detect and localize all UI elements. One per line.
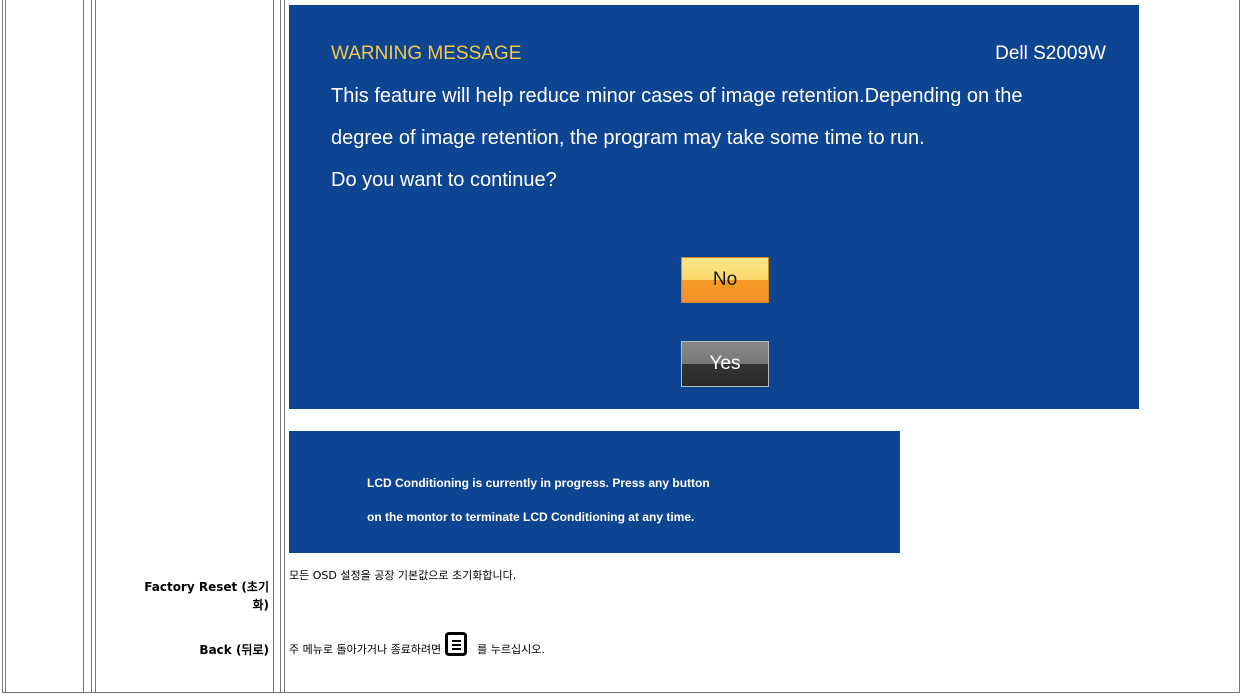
factory-reset-label-line-2: 화) bbox=[252, 598, 269, 612]
table-border-bottom bbox=[2, 692, 1240, 693]
dialog-question: Do you want to continue? bbox=[331, 169, 557, 191]
warning-dialog: WARNING MESSAGE Dell S2009W This feature… bbox=[289, 5, 1139, 409]
column-divider-1 bbox=[83, 0, 84, 692]
dialog-title: WARNING MESSAGE bbox=[331, 43, 522, 64]
content-table: WARNING MESSAGE Dell S2009W This feature… bbox=[0, 0, 1240, 696]
column-divider-4 bbox=[284, 0, 285, 692]
back-description-suffix: 를 누르십시오. bbox=[477, 643, 545, 656]
conditioning-message-line-2: on the montor to terminate LCD Condition… bbox=[367, 510, 695, 524]
column-divider-1-inner bbox=[91, 0, 92, 692]
dialog-message-line-1: This feature will help reduce minor case… bbox=[331, 85, 1023, 107]
dialog-message-line-2: degree of image retention, the program m… bbox=[331, 127, 925, 149]
column-divider-2 bbox=[95, 0, 96, 692]
column-divider-3 bbox=[273, 0, 274, 692]
back-label: Back (뒤로) bbox=[199, 643, 269, 657]
no-button[interactable]: No bbox=[681, 257, 769, 303]
monitor-model: Dell S2009W bbox=[995, 43, 1106, 64]
table-border-left-inner bbox=[5, 0, 6, 692]
factory-reset-description: 모든 OSD 설정을 공장 기본값으로 초기화합니다. bbox=[289, 569, 517, 582]
column-divider-3-inner bbox=[280, 0, 281, 692]
factory-reset-label: Factory Reset (초기 화) bbox=[144, 578, 269, 614]
back-description-text: 주 메뉴로 돌아가거나 종료하려면 bbox=[289, 643, 442, 656]
back-description: 주 메뉴로 돌아가거나 종료하려면 를 누르십시오. bbox=[289, 632, 545, 662]
conditioning-message-line-1: LCD Conditioning is currently in progres… bbox=[367, 476, 710, 490]
yes-button[interactable]: Yes bbox=[681, 341, 769, 387]
table-border-left bbox=[2, 0, 3, 692]
menu-button-icon bbox=[445, 632, 468, 656]
lcd-conditioning-panel: LCD Conditioning is currently in progres… bbox=[289, 431, 900, 553]
factory-reset-label-line-1: Factory Reset (초기 bbox=[144, 580, 269, 594]
